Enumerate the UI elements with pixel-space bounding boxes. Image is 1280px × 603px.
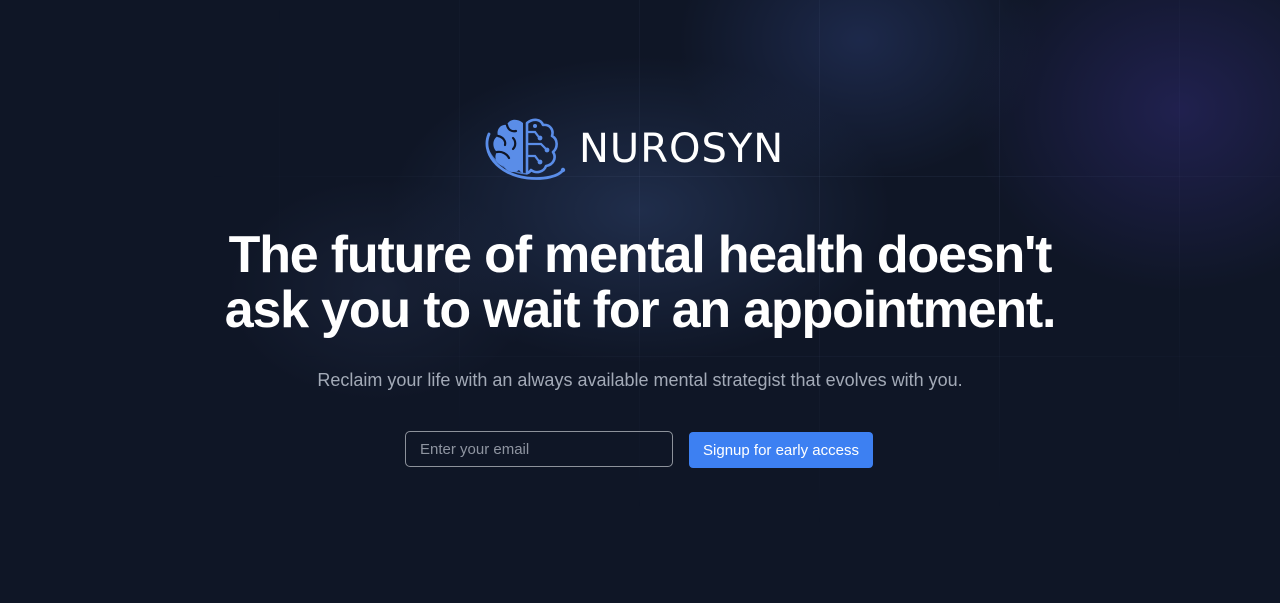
brand-name: NUROSYN bbox=[579, 126, 785, 172]
email-input[interactable] bbox=[405, 431, 673, 467]
hero-headline: The future of mental health doesn't ask … bbox=[0, 228, 1280, 338]
brain-orbit-icon bbox=[485, 118, 566, 180]
brand-logo: NUROSYN bbox=[483, 114, 784, 184]
hero-section: NUROSYN The future of mental health does… bbox=[0, 0, 1280, 603]
signup-button[interactable]: Signup for early access bbox=[689, 432, 873, 468]
hero-subtitle: Reclaim your life with an always availab… bbox=[317, 370, 963, 390]
headline-line-1: The future of mental health doesn't bbox=[228, 226, 1053, 284]
headline-line-2: ask you to wait for an appointment. bbox=[224, 281, 1057, 339]
